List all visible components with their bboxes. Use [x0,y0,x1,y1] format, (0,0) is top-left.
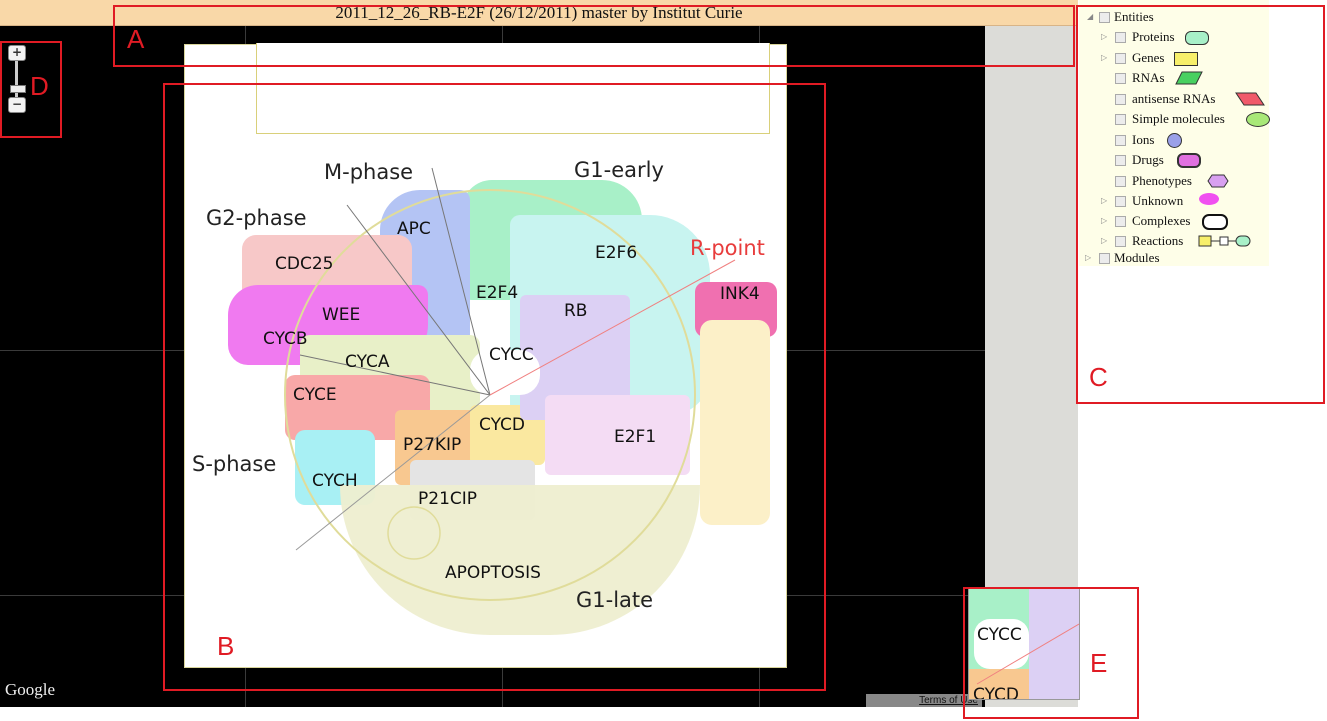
annotation-label: E [1090,648,1108,678]
annotation-label: A [127,24,145,54]
annotation-label: C [1089,362,1108,392]
annotation-label: D [30,71,49,101]
annotation-box-c [1076,5,1325,404]
annotation-box-a [113,5,1075,67]
annotation-box-e [963,587,1139,719]
google-logo: Google [5,680,56,699]
annotation-label: B [217,631,235,661]
annotation-box-b [163,83,826,691]
